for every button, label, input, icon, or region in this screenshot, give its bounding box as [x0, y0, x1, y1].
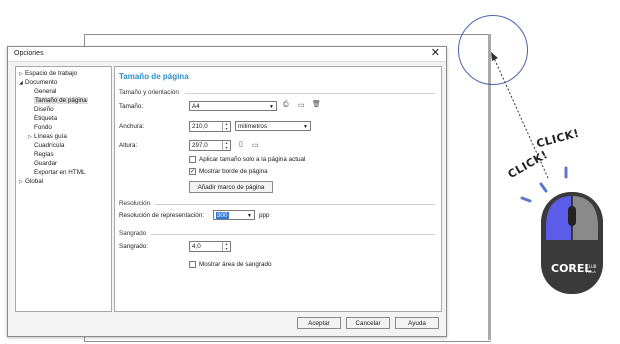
logo-small-text: HOLA — [586, 270, 596, 274]
click-tick — [520, 196, 532, 203]
arrow-head-icon — [491, 52, 498, 61]
club-logo-text: CLUB — [586, 264, 597, 269]
mouse-icon: COREL CLUB HOLA — [541, 192, 603, 294]
